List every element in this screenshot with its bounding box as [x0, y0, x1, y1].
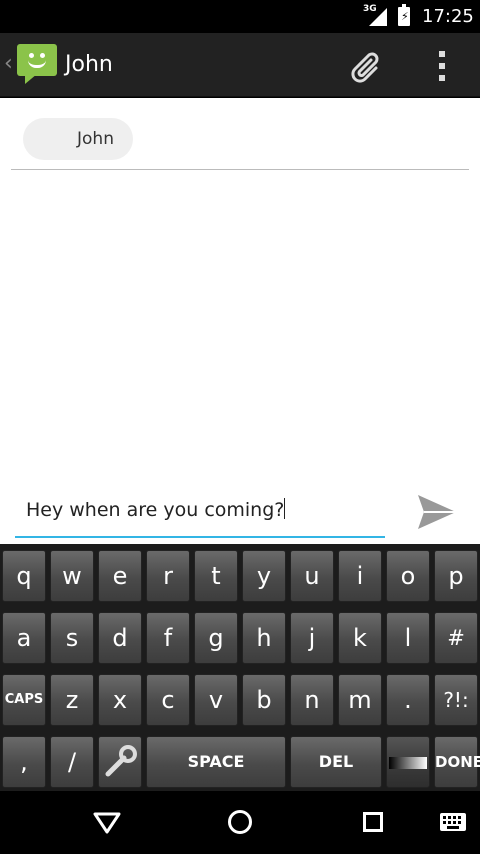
key-p[interactable]: p — [434, 550, 478, 602]
back-chevron-icon[interactable]: ‹ — [4, 51, 13, 76]
compose-bar: Hey when are you coming? — [0, 480, 480, 544]
wrench-icon — [105, 745, 137, 777]
key-t[interactable]: t — [194, 550, 238, 602]
key-y[interactable]: y — [242, 550, 286, 602]
key-m[interactable]: m — [338, 674, 382, 726]
key-b[interactable]: b — [242, 674, 286, 726]
message-input[interactable]: Hey when are you coming? — [15, 488, 385, 538]
messaging-app-icon[interactable] — [17, 44, 57, 84]
key-caps[interactable]: CAPS — [2, 674, 46, 726]
key-w[interactable]: w — [50, 550, 94, 602]
key-k[interactable]: k — [338, 612, 382, 664]
key-l[interactable]: l — [386, 612, 430, 664]
key-g[interactable]: g — [194, 612, 238, 664]
key-z[interactable]: z — [50, 674, 94, 726]
network-indicator: 3G — [363, 4, 389, 28]
status-time: 17:25 — [422, 6, 474, 27]
key-delete[interactable]: DEL — [290, 736, 382, 788]
send-icon[interactable] — [416, 492, 458, 532]
text-cursor — [284, 498, 286, 519]
key-punctuation[interactable]: ?!: — [434, 674, 478, 726]
key-comma[interactable]: , — [2, 736, 46, 788]
action-bar: ‹ John — [0, 33, 480, 97]
battery-icon: ⚡ — [398, 4, 410, 26]
key-space[interactable]: SPACE — [146, 736, 286, 788]
swipe-arrow-icon — [389, 757, 427, 769]
key-d[interactable]: d — [98, 612, 142, 664]
soft-keyboard: q w e r t y u i o p a s d f g h j k l # … — [0, 544, 480, 791]
key-h[interactable]: h — [242, 612, 286, 664]
conversation-content: John — [0, 98, 480, 480]
key-settings[interactable] — [98, 736, 142, 788]
key-period[interactable]: . — [386, 674, 430, 726]
key-slash[interactable]: / — [50, 736, 94, 788]
nav-home-icon[interactable] — [228, 810, 252, 834]
key-o[interactable]: o — [386, 550, 430, 602]
key-s[interactable]: s — [50, 612, 94, 664]
nav-back-icon[interactable] — [92, 811, 122, 835]
signal-icon — [369, 8, 387, 26]
key-q[interactable]: q — [2, 550, 46, 602]
key-i[interactable]: i — [338, 550, 382, 602]
key-n[interactable]: n — [290, 674, 334, 726]
key-c[interactable]: c — [146, 674, 190, 726]
key-swipe[interactable] — [386, 736, 430, 788]
key-e[interactable]: e — [98, 550, 142, 602]
message-text: Hey when are you coming? — [26, 499, 285, 521]
paperclip-icon[interactable] — [348, 46, 386, 84]
key-x[interactable]: x — [98, 674, 142, 726]
nav-recents-icon[interactable] — [363, 812, 383, 832]
recipient-field[interactable]: John — [11, 98, 469, 170]
recipient-chip-label: John — [77, 129, 114, 149]
overflow-menu-icon[interactable] — [436, 51, 448, 81]
key-symbols[interactable]: # @ — [434, 612, 478, 700]
key-r[interactable]: r — [146, 550, 190, 602]
key-a[interactable]: a — [2, 612, 46, 664]
key-j[interactable]: j — [290, 612, 334, 664]
navigation-bar — [0, 791, 480, 854]
status-bar: 3G ⚡ 17:25 — [0, 0, 480, 33]
key-u[interactable]: u — [290, 550, 334, 602]
recipient-chip[interactable]: John — [23, 118, 133, 160]
key-f[interactable]: f — [146, 612, 190, 664]
conversation-title: John — [65, 52, 113, 77]
key-v[interactable]: v — [194, 674, 238, 726]
keyboard-switch-icon[interactable] — [440, 813, 466, 831]
key-done[interactable]: DONE — [434, 736, 480, 788]
